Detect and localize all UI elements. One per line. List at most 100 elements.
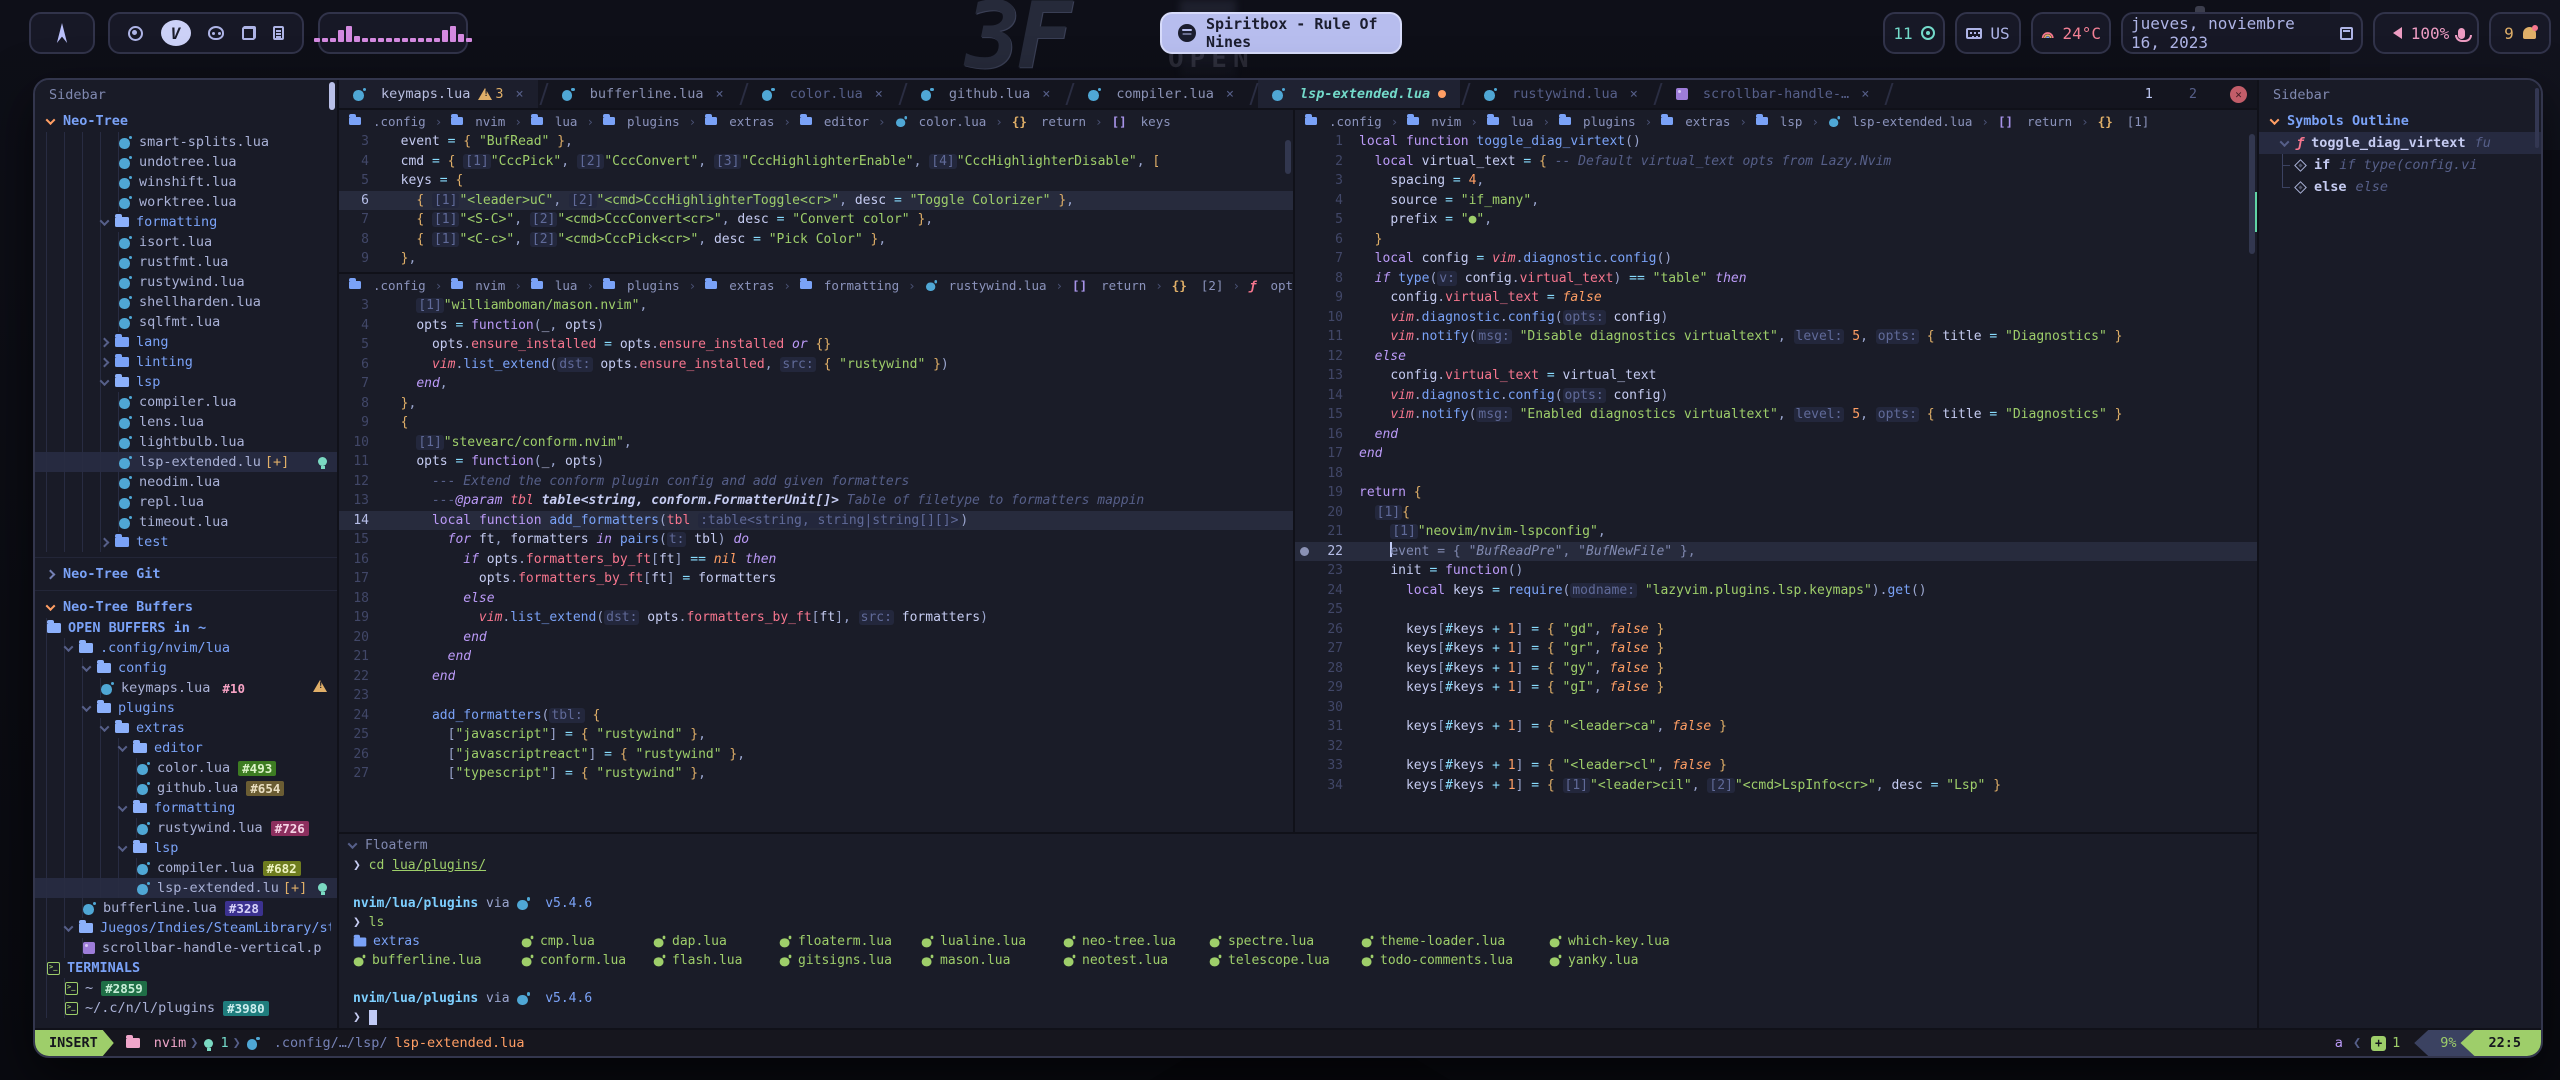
tab-lsp-extended.lua[interactable]: lsp-extended.lua bbox=[1258, 80, 1460, 108]
code-line[interactable]: 7 { [1]"<S-C>", [2]"<cmd>CccConvert<cr>"… bbox=[339, 210, 1293, 230]
tab-bufferline.lua[interactable]: bufferline.lua× bbox=[548, 80, 738, 108]
neotree-buffers-header[interactable]: Neo-Tree Buffers bbox=[35, 596, 337, 618]
neotree-git-header[interactable]: Neo-Tree Git bbox=[35, 563, 337, 585]
close-icon[interactable]: × bbox=[1226, 86, 1234, 102]
neotree-item[interactable]: lens.lua bbox=[35, 412, 337, 432]
code-line[interactable]: 8 { [1]"<C-c>", [2]"<cmd>CccPick<cr>", d… bbox=[339, 230, 1293, 250]
close-icon[interactable]: × bbox=[1861, 86, 1869, 102]
code-line[interactable]: 13 ---@param tbl table<string, conform.F… bbox=[339, 491, 1293, 511]
updates-widget[interactable]: 11 bbox=[1883, 12, 1945, 54]
buffer-item[interactable]: bufferline.lua#328 bbox=[35, 898, 337, 918]
code-line[interactable]: 4 opts = function(_, opts) bbox=[339, 316, 1293, 336]
tabpage-1[interactable]: 1 bbox=[2132, 80, 2166, 108]
tab-color.lua[interactable]: color.lua× bbox=[748, 80, 897, 108]
neotree-item[interactable]: formatting bbox=[35, 212, 337, 232]
code-line[interactable]: 24 local keys = require(modname: "lazyvi… bbox=[1295, 581, 2257, 601]
neotree-item[interactable]: rustywind.lua bbox=[35, 272, 337, 292]
code-line[interactable]: 14 vim.diagnostic.config(opts: config) bbox=[1295, 386, 2257, 406]
buffer-item[interactable]: ~/.c/n/l/plugins#3980 bbox=[35, 998, 337, 1018]
code-line[interactable]: 17end bbox=[1295, 444, 2257, 464]
code-line[interactable]: 20 end bbox=[339, 628, 1293, 648]
sparkline-widget[interactable] bbox=[318, 12, 468, 54]
neotree-item[interactable]: repl.lua bbox=[35, 492, 337, 512]
code-line[interactable]: 17 opts.formatters_by_ft[ft] = formatter… bbox=[339, 569, 1293, 589]
code-line[interactable]: 19return { bbox=[1295, 483, 2257, 503]
neotree-item[interactable]: smart-splits.lua bbox=[35, 132, 337, 152]
code-line[interactable]: 10 [1]"stevearc/conform.nvim", bbox=[339, 433, 1293, 453]
neotree-item[interactable]: compiler.lua bbox=[35, 392, 337, 412]
outline-item[interactable]: ifif type(config.vi bbox=[2259, 154, 2541, 176]
close-icon[interactable]: × bbox=[1630, 86, 1638, 102]
code-line[interactable]: 10 vim.diagnostic.config(opts: config) bbox=[1295, 308, 2257, 328]
neotree-item[interactable]: isort.lua bbox=[35, 232, 337, 252]
floaterm-title[interactable]: Floaterm bbox=[339, 834, 2257, 856]
neotree-item[interactable]: sqlfmt.lua bbox=[35, 312, 337, 332]
code-line[interactable]: 7 local config = vim.diagnostic.config() bbox=[1295, 249, 2257, 269]
neotree-item[interactable]: winshift.lua bbox=[35, 172, 337, 192]
code-line[interactable]: 11 vim.notify(msg: "Disable diagnostics … bbox=[1295, 327, 2257, 347]
editor-pane-color[interactable]: .config›nvim›lua›plugins›extras›editor›c… bbox=[339, 110, 1293, 272]
code-line[interactable]: 12 --- Extend the conform plugin config … bbox=[339, 472, 1293, 492]
code-line[interactable]: 25 bbox=[1295, 600, 2257, 620]
code-line[interactable]: 6 vim.list_extend(dst: opts.ensure_insta… bbox=[339, 355, 1293, 375]
neotree-item[interactable]: timeout.lua bbox=[35, 512, 337, 532]
neotree-item[interactable]: neodim.lua bbox=[35, 472, 337, 492]
code-line[interactable]: 13 config.virtual_text = virtual_text bbox=[1295, 366, 2257, 386]
code-line[interactable]: 3 event = { "BufRead" }, bbox=[339, 132, 1293, 152]
outline-item[interactable]: elseelse bbox=[2259, 176, 2541, 198]
buffer-item[interactable]: Juegos/Indies/SteamLibrary/st bbox=[35, 918, 337, 938]
neotree-item[interactable]: rustfmt.lua bbox=[35, 252, 337, 272]
code-line[interactable]: 22 event = { "BufReadPre", "BufNewFile" … bbox=[1295, 542, 2257, 562]
symbols-outline-sidebar[interactable]: Sidebar Symbols Outline ƒtoggle_diag_vir… bbox=[2259, 80, 2541, 1028]
launcher-button[interactable] bbox=[29, 12, 95, 54]
code-line[interactable]: 4 source = "if_many", bbox=[1295, 191, 2257, 211]
code-line[interactable]: 32 bbox=[1295, 737, 2257, 757]
buffer-item[interactable]: github.lua#654 bbox=[35, 778, 337, 798]
pane-scrollbar[interactable] bbox=[1285, 140, 1291, 174]
close-all-button[interactable]: ✕ bbox=[2230, 86, 2247, 103]
code-line[interactable]: 8 }, bbox=[339, 394, 1293, 414]
code-line[interactable]: 1local function toggle_diag_virtext() bbox=[1295, 132, 2257, 152]
code-line[interactable]: 30 bbox=[1295, 698, 2257, 718]
close-icon[interactable]: × bbox=[875, 86, 883, 102]
workspace-game-icon[interactable] bbox=[208, 26, 224, 40]
buffer-item[interactable]: scrollbar-handle-vertical.p bbox=[35, 938, 337, 958]
neotree-item[interactable]: undotree.lua bbox=[35, 152, 337, 172]
buffer-item[interactable]: ~#2859 bbox=[35, 978, 337, 998]
code-line[interactable]: 9 }, bbox=[339, 249, 1293, 269]
tab-scrollbar-handle-[interactable]: scrollbar-handle-…× bbox=[1662, 80, 1883, 108]
workspace-browser-icon[interactable] bbox=[128, 26, 143, 41]
tab-github.lua[interactable]: github.lua× bbox=[907, 80, 1064, 108]
code-line[interactable]: 9 config.virtual_text = false bbox=[1295, 288, 2257, 308]
code-line[interactable]: 21 end bbox=[339, 647, 1293, 667]
code-line[interactable]: 5 prefix = "●", bbox=[1295, 210, 2257, 230]
floaterm-panel[interactable]: Floaterm ❯ cd lua/plugins/nvim/lua/plugi… bbox=[339, 832, 2257, 1028]
code-line[interactable]: 18 else bbox=[339, 589, 1293, 609]
code-line[interactable]: 20 [1]{ bbox=[1295, 503, 2257, 523]
code-line[interactable]: 26 ["javascriptreact"] = { "rustywind" }… bbox=[339, 745, 1293, 765]
code-line[interactable]: 29 keys[#keys + 1] = { "gI", false } bbox=[1295, 678, 2257, 698]
code-line[interactable]: 22 end bbox=[339, 667, 1293, 687]
tab-compiler.lua[interactable]: compiler.lua× bbox=[1074, 80, 1248, 108]
code-line[interactable]: 3 spacing = 4, bbox=[1295, 171, 2257, 191]
keyboard-layout-widget[interactable]: US bbox=[1955, 12, 2021, 54]
workspace-switcher[interactable]: V bbox=[108, 12, 304, 54]
code-line[interactable]: 2 local virtual_text = { -- Default virt… bbox=[1295, 152, 2257, 172]
spotify-widget[interactable]: Spiritbox - Rule Of Nines bbox=[1160, 12, 1402, 54]
buffer-item[interactable]: compiler.lua#682 bbox=[35, 858, 337, 878]
code-line[interactable]: 14 local function add_formatters(tbl :ta… bbox=[339, 511, 1293, 531]
buffer-item[interactable]: rustywind.lua#726 bbox=[35, 818, 337, 838]
buffer-item[interactable]: .config/nvim/lua bbox=[35, 638, 337, 658]
neotree-item[interactable]: linting bbox=[35, 352, 337, 372]
buffer-item[interactable]: plugins bbox=[35, 698, 337, 718]
clock-widget[interactable]: jueves, noviembre 16, 2023 bbox=[2121, 12, 2363, 54]
buffer-item[interactable]: OPEN BUFFERS in ~ bbox=[35, 618, 337, 638]
buffer-item[interactable]: lsp-extended.lu[+] bbox=[35, 878, 337, 898]
tab-keymaps.lua[interactable]: keymaps.lua3× bbox=[339, 80, 538, 108]
symbols-outline-header[interactable]: Symbols Outline bbox=[2259, 110, 2541, 132]
neotree-item[interactable]: lang bbox=[35, 332, 337, 352]
workspace-document-icon[interactable] bbox=[273, 26, 284, 40]
code-line[interactable]: 28 keys[#keys + 1] = { "gy", false } bbox=[1295, 659, 2257, 679]
code-line[interactable]: 33 keys[#keys + 1] = { "<leader>cl", fal… bbox=[1295, 756, 2257, 776]
neotree-sidebar[interactable]: Sidebar Neo-Tree smart-splits.luaundotre… bbox=[35, 80, 337, 1028]
